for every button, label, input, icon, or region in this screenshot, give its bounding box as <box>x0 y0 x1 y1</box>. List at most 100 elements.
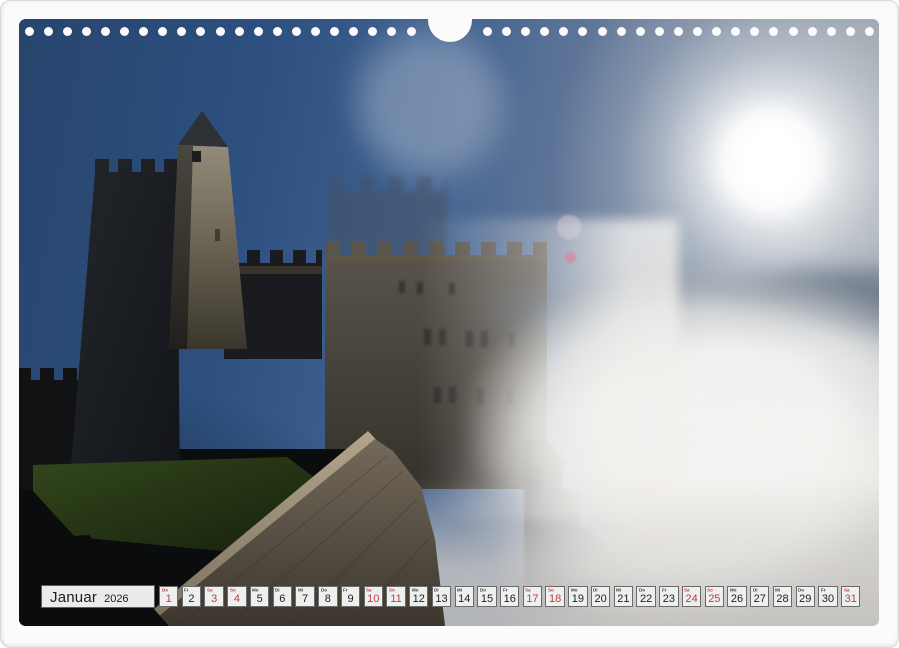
day-weekday-label: Sa <box>525 588 531 593</box>
day-cell: Mi 28 <box>773 586 792 607</box>
fog-foreground-wisp <box>379 299 879 626</box>
punch-hole <box>407 27 416 36</box>
day-cell: Do 1 <box>159 586 178 607</box>
day-weekday-label: Di <box>593 588 598 593</box>
day-number: 17 <box>524 593 541 605</box>
punch-hole <box>311 27 320 36</box>
lens-flare-large <box>556 214 582 240</box>
spire-slit-window <box>215 229 220 241</box>
day-cell: Fr 2 <box>182 586 201 607</box>
day-number: 21 <box>615 593 632 605</box>
day-weekday-label: Mo <box>412 588 419 593</box>
punch-hole <box>846 27 855 36</box>
day-weekday-label: Do <box>639 588 645 593</box>
day-weekday-label: Mi <box>457 588 462 593</box>
day-cell: Fr 16 <box>500 586 519 607</box>
day-cell: Sa 3 <box>204 586 223 607</box>
left-tower-silhouette <box>69 159 180 491</box>
day-cell: Do 15 <box>477 586 496 607</box>
day-number: 12 <box>410 593 427 605</box>
day-weekday-label: Mo <box>730 588 737 593</box>
day-number: 29 <box>797 593 814 605</box>
castle-photo <box>19 19 879 626</box>
punch-hole <box>63 27 72 36</box>
month-label: Januar <box>50 589 97 606</box>
punch-hole <box>865 27 874 36</box>
day-number: 31 <box>842 593 859 605</box>
day-number: 22 <box>637 593 654 605</box>
day-weekday-label: Fr <box>821 588 826 593</box>
punch-hole <box>273 27 282 36</box>
day-cell: Sa 17 <box>523 586 542 607</box>
day-number: 28 <box>774 593 791 605</box>
day-number: 24 <box>683 593 700 605</box>
day-weekday-label: Sa <box>207 588 213 593</box>
day-cell: Do 22 <box>636 586 655 607</box>
punch-hole <box>82 27 91 36</box>
day-cell: Do 8 <box>318 586 337 607</box>
punch-hole <box>808 27 817 36</box>
day-cell: So 4 <box>227 586 246 607</box>
day-cell: Sa 10 <box>364 586 383 607</box>
punch-hole <box>598 27 607 36</box>
day-number: 13 <box>433 593 450 605</box>
day-cell: Di 27 <box>750 586 769 607</box>
day-cell: Mo 26 <box>727 586 746 607</box>
day-weekday-label: Fr <box>662 588 667 593</box>
day-number: 26 <box>728 593 745 605</box>
day-cell: Mo 5 <box>250 586 269 607</box>
day-weekday-label: Do <box>798 588 804 593</box>
punch-hole <box>44 27 53 36</box>
day-number: 2 <box>183 593 200 605</box>
day-cell: Do 29 <box>796 586 815 607</box>
day-weekday-label: Mi <box>775 588 780 593</box>
punch-hole <box>827 27 836 36</box>
day-number: 14 <box>456 593 473 605</box>
punch-hole <box>693 27 702 36</box>
day-number: 23 <box>660 593 677 605</box>
day-number: 15 <box>478 593 495 605</box>
day-weekday-label: Di <box>434 588 439 593</box>
day-number: 27 <box>751 593 768 605</box>
day-number: 3 <box>205 593 222 605</box>
day-weekday-label: So <box>389 588 395 593</box>
lens-flare-small <box>564 251 577 264</box>
day-number: 9 <box>342 593 359 605</box>
day-cell: So 25 <box>705 586 724 607</box>
day-cell: Fr 30 <box>818 586 837 607</box>
day-weekday-label: Fr <box>343 588 348 593</box>
punch-hole <box>235 27 244 36</box>
day-number: 8 <box>319 593 336 605</box>
day-weekday-label: Fr <box>503 588 508 593</box>
day-number: 7 <box>296 593 313 605</box>
punch-hole <box>636 27 645 36</box>
day-cell: Sa 24 <box>682 586 701 607</box>
day-weekday-label: Di <box>753 588 758 593</box>
day-number: 20 <box>592 593 609 605</box>
day-number: 5 <box>251 593 268 605</box>
day-number: 19 <box>569 593 586 605</box>
day-weekday-label: Mo <box>571 588 578 593</box>
calendar-strip: Januar 2026 Do 1 Fr 2 Sa 3 So 4 Mo 5 Di … <box>41 585 860 608</box>
spire-window <box>192 151 201 162</box>
day-cell: Sa 31 <box>841 586 860 607</box>
punch-hole <box>25 27 34 36</box>
day-weekday-label: Sa <box>366 588 372 593</box>
month-title-box: Januar 2026 <box>41 585 155 608</box>
punch-hole <box>502 27 511 36</box>
punch-hole <box>483 27 492 36</box>
day-number: 6 <box>274 593 291 605</box>
punch-hole <box>617 27 626 36</box>
day-number: 16 <box>501 593 518 605</box>
day-weekday-label: Mo <box>252 588 259 593</box>
calendar-page: Januar 2026 Do 1 Fr 2 Sa 3 So 4 Mo 5 Di … <box>0 0 899 648</box>
day-cell: Di 13 <box>432 586 451 607</box>
day-weekday-label: Do <box>162 588 168 593</box>
day-weekday-label: So <box>548 588 554 593</box>
punch-hole <box>292 27 301 36</box>
day-cell: Fr 23 <box>659 586 678 607</box>
day-cell: So 11 <box>386 586 405 607</box>
day-cells-row: Do 1 Fr 2 Sa 3 So 4 Mo 5 Di 6 Mi 7 Do 8 … <box>159 585 860 608</box>
day-cell: Fr 9 <box>341 586 360 607</box>
day-cell: Mi 14 <box>455 586 474 607</box>
